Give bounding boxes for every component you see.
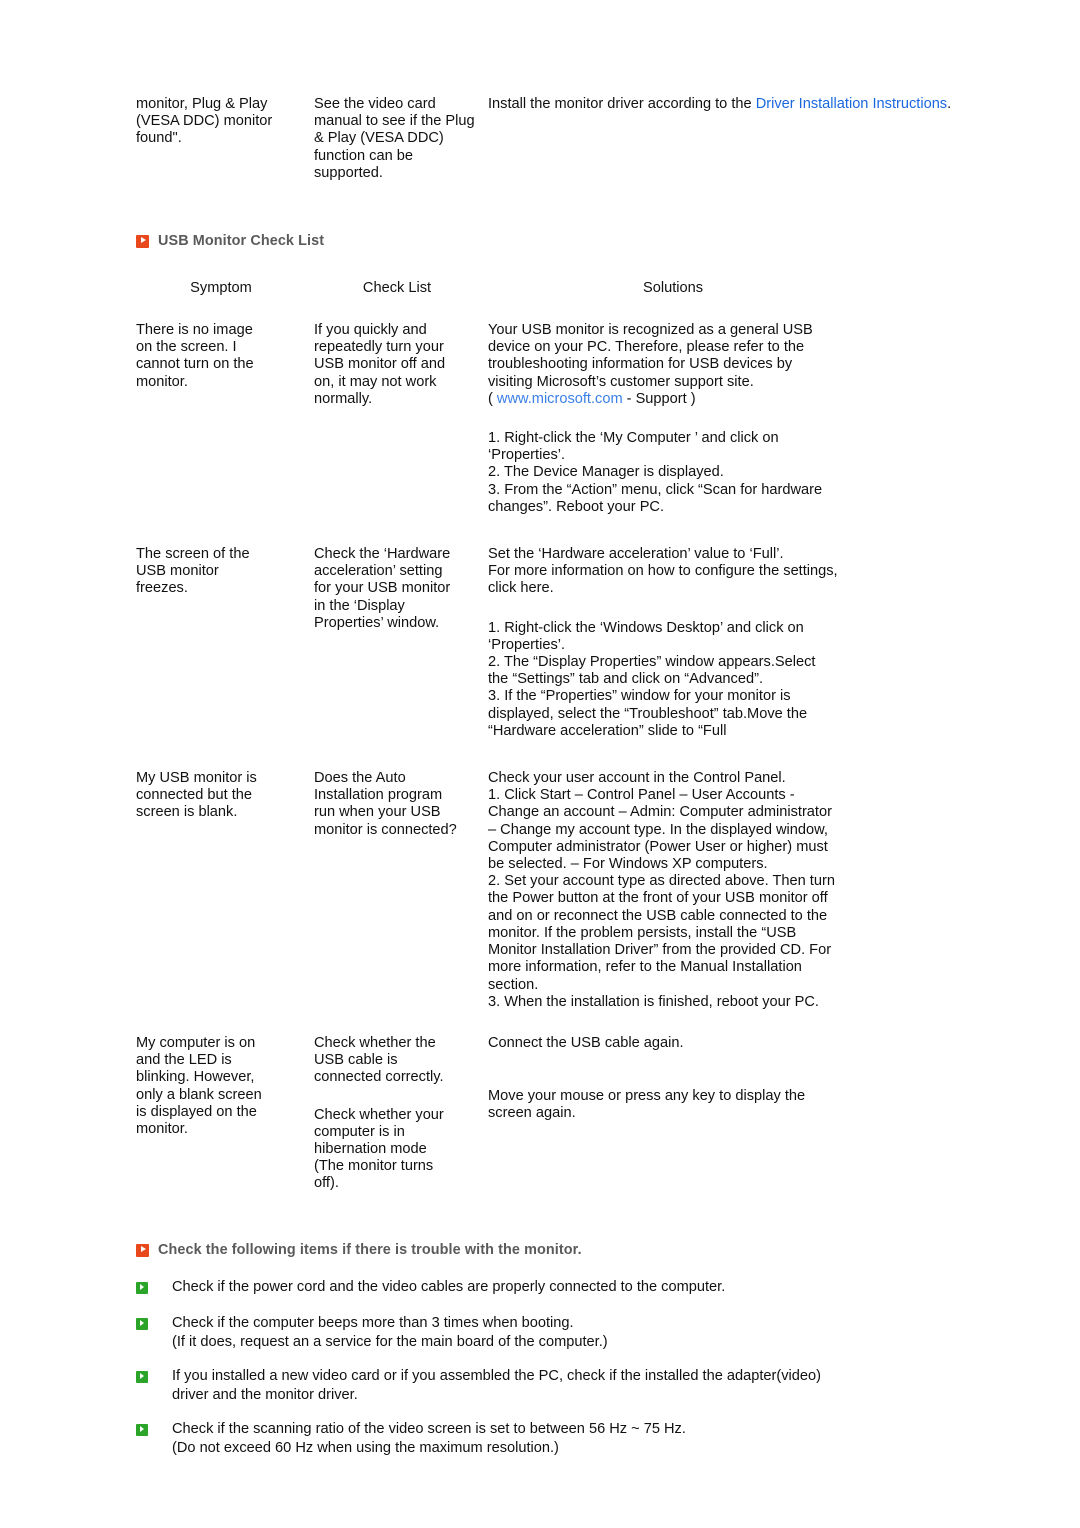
green-play-square-icon — [136, 1424, 148, 1436]
green-play-square-icon — [136, 1282, 148, 1294]
solution-text-1: Connect the USB cable again. — [488, 1034, 684, 1051]
microsoft-support-link[interactable]: www.microsoft.com — [497, 391, 623, 407]
bullet-icon-wrap — [136, 1314, 172, 1335]
column-header-solutions: Solutions — [643, 280, 704, 296]
table-row: The screen of the USB monitor freezes. C… — [136, 546, 966, 740]
solution-cell: Check your user account in the Control P… — [488, 770, 835, 1010]
usb-monitor-check-list-heading: USB Monitor Check List — [136, 233, 324, 249]
table-row: There is no image on the screen. I canno… — [136, 322, 966, 516]
table-header-row: Symptom Check List Solutions — [136, 280, 966, 322]
table-row: My USB monitor is connected but the scre… — [136, 770, 966, 1011]
symptom-cell: monitor, Plug & Play (VESA DDC) monitor … — [136, 96, 273, 147]
section-title: Check the following items if there is tr… — [158, 1242, 582, 1258]
list-item: Check if the power cord and the video ca… — [136, 1278, 966, 1299]
solution-paragraph: Set the ‘Hardware acceleration’ value to… — [488, 546, 838, 597]
green-play-square-icon — [136, 1318, 148, 1330]
solution-text-post: . — [947, 96, 952, 112]
list-item-text: Check if the computer beeps more than 3 … — [172, 1315, 608, 1350]
bullet-icon-wrap — [136, 1420, 172, 1441]
symptom-cell: The screen of the USB monitor freezes. — [136, 546, 250, 597]
bullet-icon-wrap — [136, 1278, 172, 1299]
orange-play-square-icon — [136, 1243, 149, 1257]
column-header-check-list: Check List — [362, 280, 432, 296]
list-item-text: Check if the scanning ratio of the video… — [172, 1421, 686, 1456]
trouble-check-heading: Check the following items if there is tr… — [136, 1242, 582, 1258]
orange-play-square-icon — [136, 234, 149, 248]
check-list-text-1: Check whether the USB cable is connected… — [314, 1034, 444, 1086]
check-list-cell: Check the ‘Hardware acceleration’ settin… — [314, 546, 451, 631]
continued-troubleshooting-table: monitor, Plug & Play (VESA DDC) monitor … — [136, 96, 956, 182]
solution-text-post: - Support ) — [622, 390, 696, 407]
solution-text-pre: Install the monitor driver according to … — [488, 96, 756, 112]
check-list-text-2: Check whether your computer is in hibern… — [314, 1106, 444, 1192]
usb-monitor-check-list-table: Symptom Check List Solutions There is no… — [136, 280, 966, 1193]
table-row: My computer is on and the LED is blinkin… — [136, 1035, 966, 1193]
check-list-cell: Check whether the USB cable is connected… — [314, 1035, 488, 1193]
solution-cell: Set the ‘Hardware acceleration’ value to… — [488, 546, 966, 740]
symptom-cell: My computer is on and the LED is blinkin… — [136, 1034, 262, 1137]
section-title: USB Monitor Check List — [158, 233, 325, 249]
list-item: Check if the scanning ratio of the video… — [136, 1420, 966, 1458]
solution-steps: 1. Right-click the ‘My Computer ’ and cl… — [488, 430, 823, 515]
check-list-cell: If you quickly and repeatedly turn your … — [314, 322, 446, 407]
check-list-cell: See the video card manual to see if the … — [314, 96, 475, 181]
green-play-square-icon — [136, 1371, 148, 1383]
check-list-cell: Does the Auto Installation program run w… — [314, 770, 457, 838]
list-item-text: Check if the power cord and the video ca… — [172, 1279, 726, 1295]
list-item: If you installed a new video card or if … — [136, 1367, 966, 1405]
solution-cell: Connect the USB cable again. Move your m… — [488, 1035, 966, 1123]
list-item-text: If you installed a new video card or if … — [172, 1368, 821, 1403]
solution-cell: Your USB monitor is recognized as a gene… — [488, 322, 966, 516]
document-page: monitor, Plug & Play (VESA DDC) monitor … — [0, 0, 1080, 1528]
solution-cell: Install the monitor driver according to … — [488, 96, 956, 113]
bullet-icon-wrap — [136, 1367, 172, 1388]
trouble-check-bullet-list: Check if the power cord and the video ca… — [136, 1278, 966, 1473]
solution-steps: 1. Right-click the ‘Windows Desktop’ and… — [488, 619, 816, 739]
list-item: Check if the computer beeps more than 3 … — [136, 1314, 966, 1352]
solution-paragraph: Your USB monitor is recognized as a gene… — [488, 322, 966, 408]
symptom-cell: My USB monitor is connected but the scre… — [136, 770, 257, 821]
symptom-cell: There is no image on the screen. I canno… — [136, 322, 254, 390]
driver-installation-instructions-link[interactable]: Driver Installation Instructions — [756, 96, 947, 112]
column-header-symptom: Symptom — [190, 280, 252, 296]
solution-text-2: Move your mouse or press any key to disp… — [488, 1088, 806, 1122]
table-row: monitor, Plug & Play (VESA DDC) monitor … — [136, 96, 956, 182]
